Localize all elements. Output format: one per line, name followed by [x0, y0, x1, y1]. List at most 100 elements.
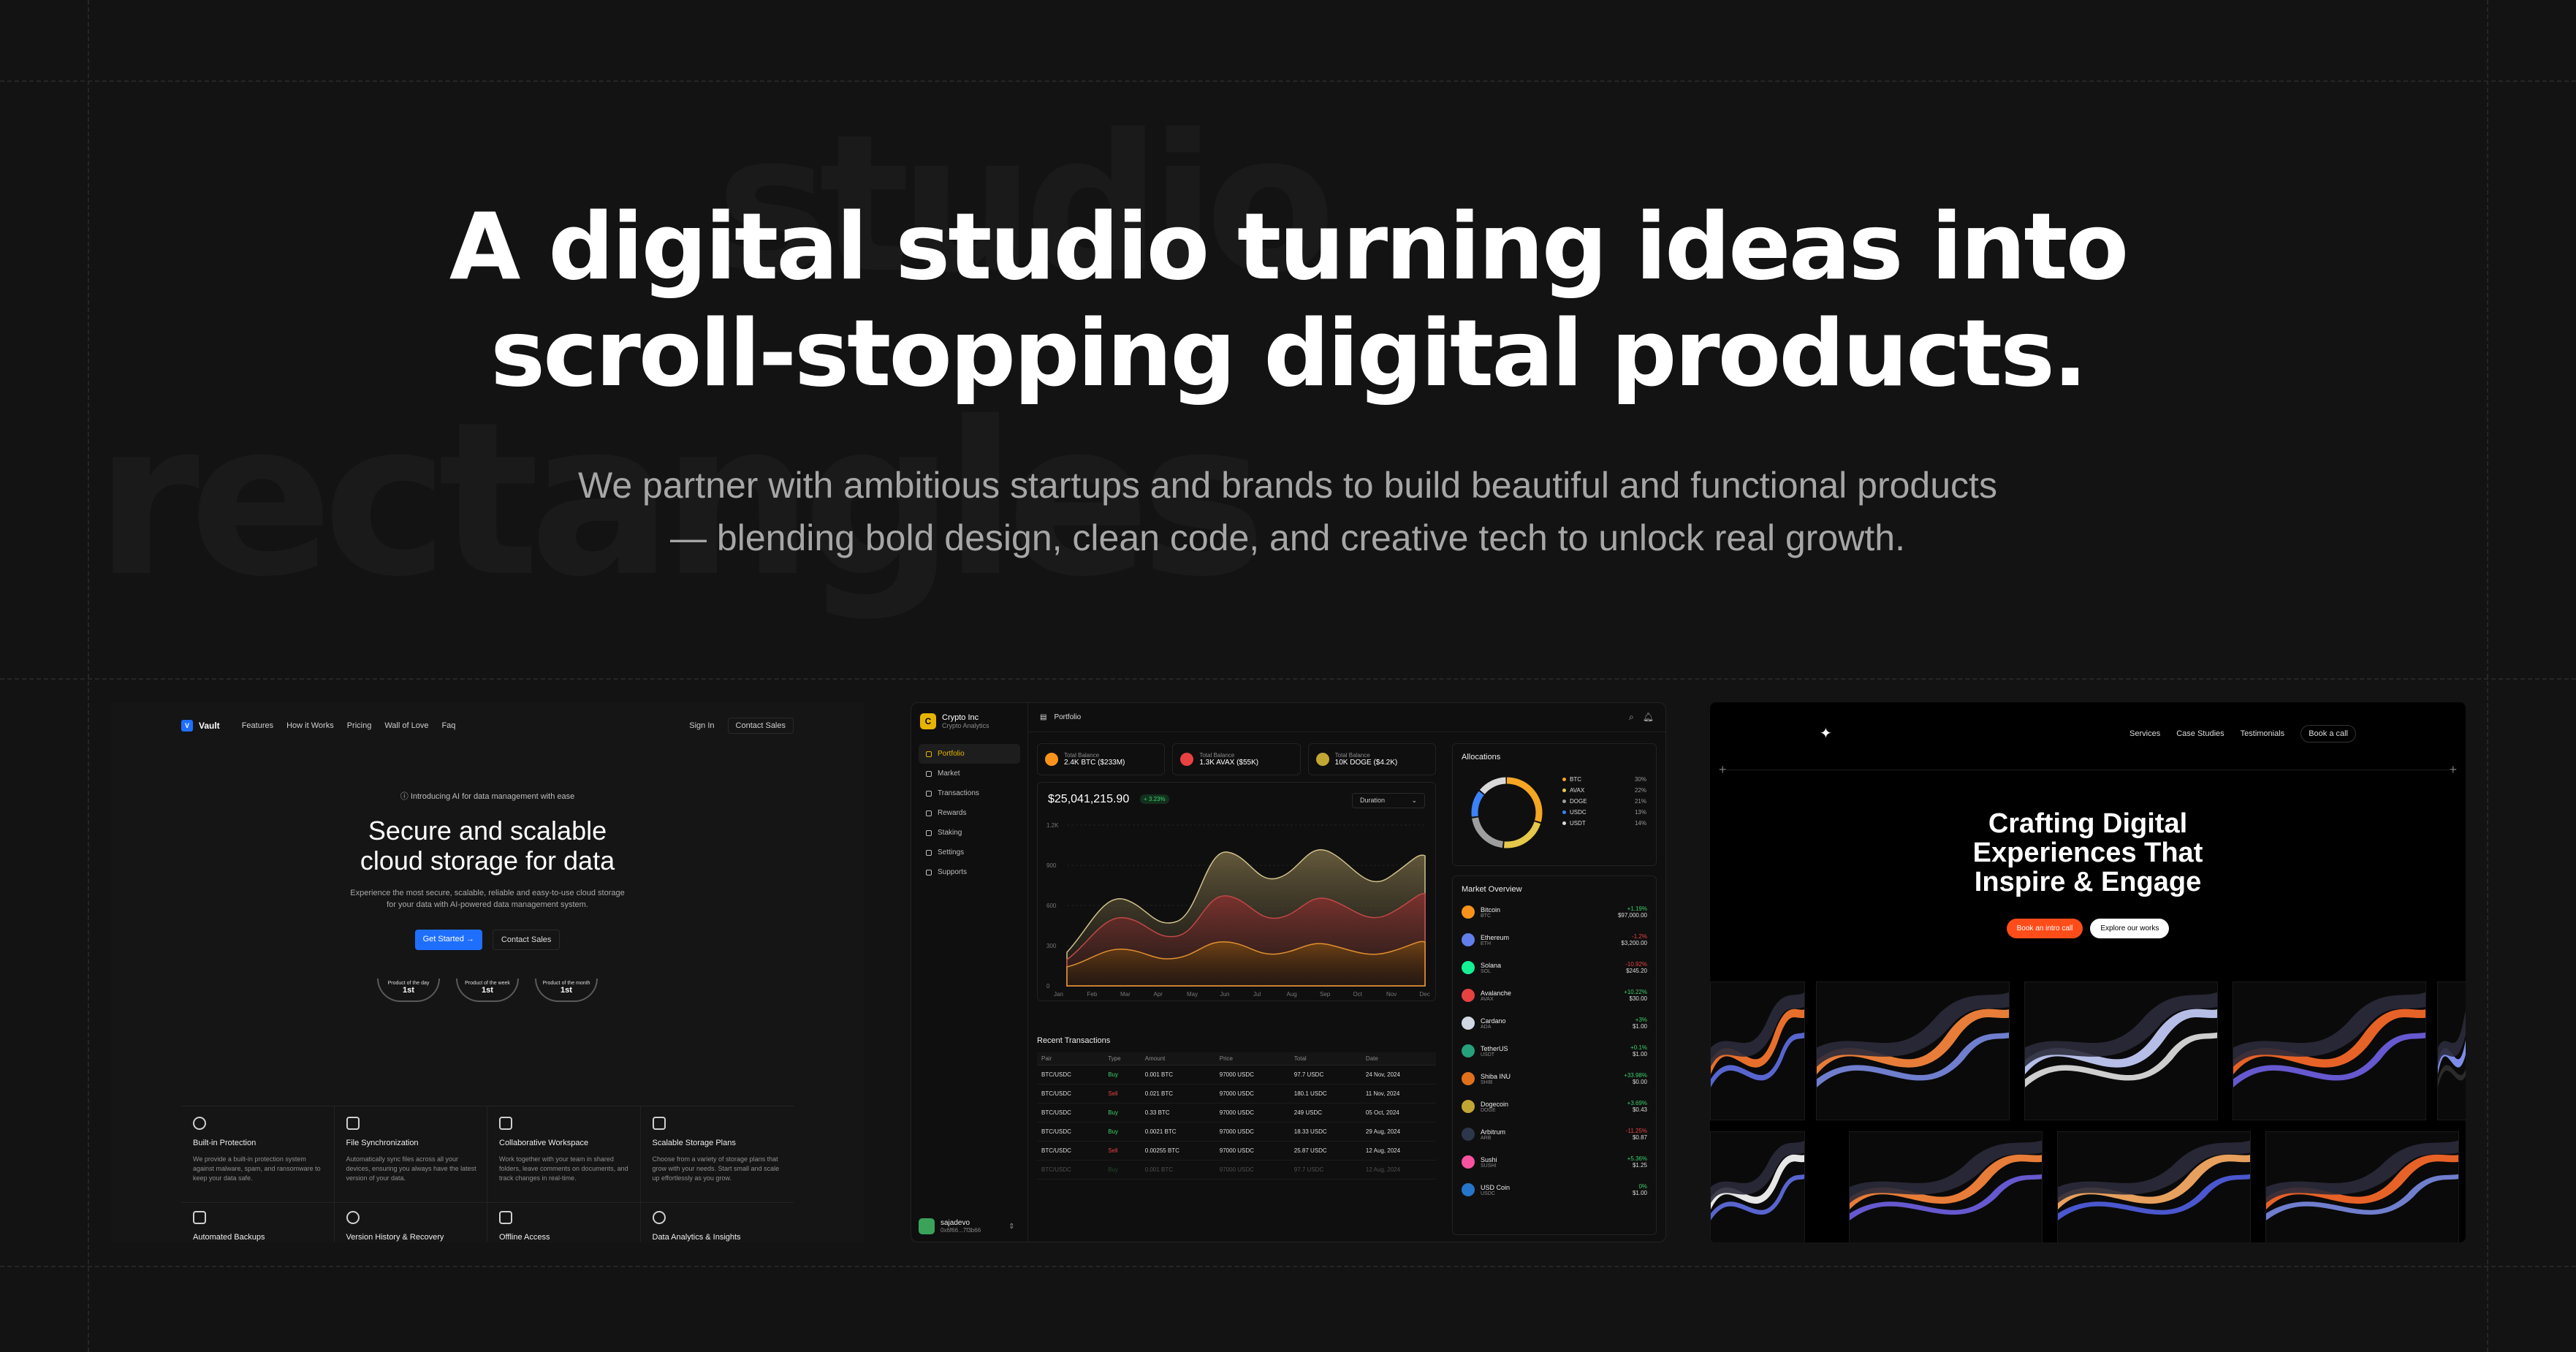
sidebar-item-settings[interactable]: Settings: [919, 843, 1020, 862]
legend-dot: [1562, 810, 1566, 814]
vault-preview-card[interactable]: V Vault Features How it Works Pricing Wa…: [111, 702, 864, 1242]
gallery-image[interactable]: [2265, 1131, 2459, 1242]
studio-logo-icon[interactable]: ✦: [1820, 724, 1832, 743]
btc-coin-icon: [1045, 753, 1058, 766]
table-row[interactable]: BTC/USDC Sell 0.00255 BTC 97000 USDC 25.87 U…: [1037, 1141, 1436, 1161]
market-row[interactable]: Cardano ADA +3% $1.00: [1462, 1009, 1647, 1037]
table-cell: 0.001 BTC: [1140, 1160, 1215, 1180]
feature-desc: Work together with your team in shared f…: [499, 1155, 628, 1182]
table-cell: 12 Aug, 2024: [1361, 1141, 1436, 1161]
coin-symbol: ETH: [1481, 941, 1491, 946]
vault-contact-sales-button[interactable]: Contact Sales: [727, 718, 794, 734]
doge-coin-icon: [1462, 1100, 1475, 1113]
coin-name: Dogecoin: [1481, 1100, 1509, 1108]
studio-nav-testimonials[interactable]: Testimonials: [2241, 729, 2285, 738]
vault-sign-in-link[interactable]: Sign In: [689, 721, 714, 730]
market-row[interactable]: Sushi SUSHI +5.36% $1.25: [1462, 1148, 1647, 1176]
vault-nav-features[interactable]: Features: [242, 721, 273, 730]
vault-description: Experience the most secure, scalable, re…: [350, 889, 625, 909]
portfolio-chart: $25,041,215.90 + 3.23% Duration ⌄ 1.2K 900…: [1037, 782, 1436, 1001]
table-row[interactable]: BTC/USDC Sell 0.021 BTC 97000 USDC 180.1 USD…: [1037, 1084, 1436, 1104]
market-list: Bitcoin BTC +1.19% $97,000.00 Ethereum ETH -1.…: [1462, 898, 1647, 1204]
market-row[interactable]: Dogecoin DOGE +3.69% $0.43: [1462, 1093, 1647, 1120]
gallery-image[interactable]: [1710, 981, 1805, 1120]
market-overview-panel: Market Overview Bitcoin BTC +1.19% $97,000.…: [1452, 876, 1657, 1235]
coin-name: Arbitrum: [1481, 1128, 1506, 1136]
vault-nav-pricing[interactable]: Pricing: [347, 721, 372, 730]
market-row[interactable]: TetherUS USDT +0.1% $1.00: [1462, 1037, 1647, 1065]
bell-icon[interactable]: 🔔︎: [1643, 712, 1654, 723]
market-row[interactable]: Solana SOL -10.92% $245.20: [1462, 954, 1647, 981]
sidebar-item-staking[interactable]: Staking: [919, 823, 1020, 843]
award-badge: Product of the day 1st: [377, 979, 440, 1002]
feature-desc: We provide a built-in protection system …: [193, 1155, 321, 1182]
gallery-image[interactable]: [2024, 981, 2218, 1120]
vault-nav-wall-of-love[interactable]: Wall of Love: [384, 721, 428, 730]
studio-preview-card[interactable]: ✦ Services Case Studies Testimonials Boo…: [1710, 702, 2466, 1242]
table-row[interactable]: BTC/USDC Buy 0.001 BTC 97000 USDC 97.7 USDC 1…: [1037, 1160, 1436, 1180]
hero-title-text: A digital studio turning ideas into scro…: [449, 193, 2129, 407]
studio-headline: Crafting Digital Experiences That Inspir…: [1710, 809, 2466, 897]
crypto-user[interactable]: sajadevo 0x6f66...7f3b66 ⇕: [919, 1218, 1015, 1234]
feature-card: Data Analytics & Insights: [641, 1202, 794, 1242]
vault-announcement-pill[interactable]: ⓘ Introducing AI for data management wit…: [111, 790, 864, 802]
search-icon[interactable]: ⌕: [1629, 712, 1634, 723]
market-row[interactable]: USD Coin USDC 0% $1.00: [1462, 1176, 1647, 1204]
studio-book-intro-button[interactable]: Book an intro call: [2006, 919, 2083, 938]
coin-name: Bitcoin: [1481, 905, 1501, 914]
vault-nav-faq[interactable]: Faq: [441, 721, 455, 730]
gallery-image[interactable]: [2233, 981, 2426, 1120]
gallery-image[interactable]: [1710, 1131, 1805, 1242]
coin-name: Cardano: [1481, 1017, 1506, 1025]
market-row[interactable]: Ethereum ETH -1.2% $3,200.00: [1462, 926, 1647, 954]
column-header: Price: [1215, 1052, 1290, 1066]
legend-label: DOGE: [1570, 798, 1587, 805]
table-row[interactable]: BTC/USDC Buy 0.001 BTC 97000 USDC 97.7 USDC 2…: [1037, 1065, 1436, 1085]
table-cell: 12 Aug, 2024: [1361, 1160, 1436, 1180]
sidebar-item-transactions[interactable]: Transactions: [919, 783, 1020, 803]
vault-get-started-button[interactable]: Get Started →: [414, 930, 482, 950]
sidebar-toggle-icon[interactable]: ▤: [1040, 713, 1046, 721]
page: studio rectangles A digital studio turni…: [0, 0, 2576, 1352]
abstract-shape-graphic: [2233, 992, 2425, 1088]
x-tick-label: Sep: [1320, 991, 1331, 998]
crypto-preview-card[interactable]: C Crypto Inc Crypto Analytics Portfolio …: [911, 702, 1666, 1242]
vault-logo[interactable]: V Vault: [181, 720, 220, 732]
allocations-legend: BTC 30% AVAX 22% DOGE 21% USDC 13% USDT 14%: [1562, 776, 1646, 831]
gallery-image[interactable]: [2057, 1131, 2251, 1242]
market-row[interactable]: Avalanche AVAX +10.22% $30.00: [1462, 981, 1647, 1009]
vault-nav-how-it-works[interactable]: How it Works: [286, 721, 334, 730]
coin-name: Ethereum: [1481, 933, 1510, 941]
gallery-image[interactable]: [2437, 981, 2466, 1120]
sidebar-item-portfolio[interactable]: Portfolio: [919, 744, 1020, 764]
market-row[interactable]: Bitcoin BTC +1.19% $97,000.00: [1462, 898, 1647, 926]
table-cell: BTC/USDC: [1037, 1084, 1104, 1104]
gallery-image[interactable]: [1816, 981, 2010, 1120]
wifi-off-icon: [499, 1211, 512, 1224]
chevron-updown-icon[interactable]: ⇕: [1008, 1223, 1014, 1231]
btc-coin-icon: [1462, 905, 1475, 919]
table-row[interactable]: BTC/USDC Buy 0.0021 BTC 97000 USDC 18.33 USD…: [1037, 1122, 1436, 1142]
award-badge: Product of the week 1st: [456, 979, 519, 1002]
market-row[interactable]: Shiba INU SHIB +33.98% $0.00: [1462, 1065, 1647, 1093]
sidebar-item-label: Market: [938, 770, 960, 778]
crypto-brand[interactable]: C Crypto Inc Crypto Analytics: [911, 703, 1027, 740]
table-row[interactable]: BTC/USDC Buy 0.33 BTC 97000 USDC 249 USDC 05 …: [1037, 1103, 1436, 1123]
market-row[interactable]: Arbitrum ARB -11.25% $0.87: [1462, 1120, 1647, 1148]
studio-explore-works-button[interactable]: Explore our works: [2090, 919, 2170, 938]
abstract-shape-graphic: [2058, 1140, 2250, 1221]
studio-nav-services[interactable]: Services: [2129, 729, 2160, 738]
column-header: Type: [1103, 1052, 1141, 1066]
sidebar-item-rewards[interactable]: Rewards: [919, 803, 1020, 823]
studio-book-call-button[interactable]: Book a call: [2300, 724, 2356, 743]
studio-nav-case-studies[interactable]: Case Studies: [2176, 729, 2224, 738]
feature-title: Built-in Protection: [193, 1139, 257, 1147]
gallery-image[interactable]: [1849, 1131, 2043, 1242]
coin-price: $3,200.00: [1621, 940, 1647, 946]
sidebar-item-market[interactable]: Market: [919, 764, 1020, 783]
sidebar-item-supports[interactable]: Supports: [919, 862, 1020, 882]
guide-line: [0, 1266, 2576, 1267]
vault-nav-links: Features How it Works Pricing Wall of Lo…: [242, 721, 456, 730]
balance-label: Total Balance: [1064, 752, 1100, 759]
vault-contact-sales-cta[interactable]: Contact Sales: [492, 930, 561, 950]
